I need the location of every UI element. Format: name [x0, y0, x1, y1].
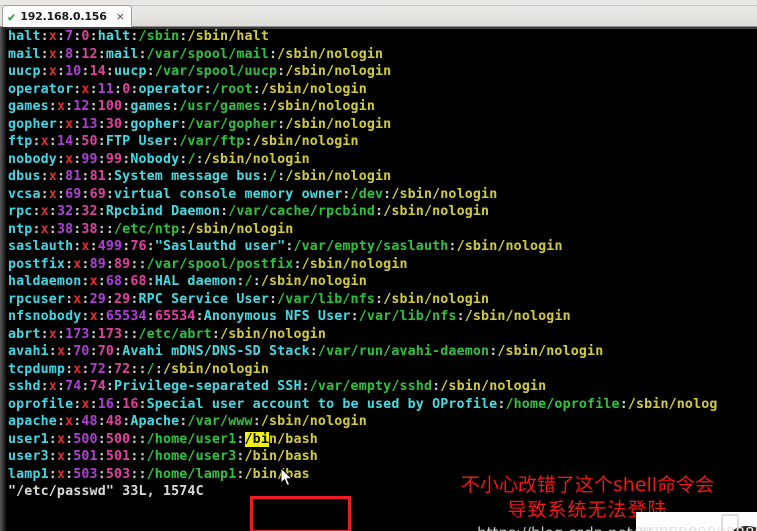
- passwd-line: gopher:x:13:30:gopher:/var/gopher:/sbin/…: [8, 116, 392, 132]
- passwd-line: apache:x:48:48:Apache:/var/www:/sbin/nol…: [8, 414, 367, 429]
- error-highlight-box: [250, 496, 351, 531]
- passwd-line: sshd:x:74:74:Privilege-separated SSH:/va…: [8, 379, 547, 394]
- passwd-line: user3:x:501:501::/home/user3:/bin/bash: [8, 449, 318, 464]
- passwd-line: vcsa:x:69:69:virtual console memory owne…: [8, 186, 498, 202]
- terminal-window[interactable]: halt:x:7:0:halt:/sbin:/sbin/halt mail:x:8…: [0, 27, 757, 531]
- passwd-line: abrt:x:173:173::/etc/abrt:/sbin/nologin: [8, 326, 327, 342]
- passwd-line: nfsnobody:x:65534:65534:Anonymous NFS Us…: [8, 309, 571, 324]
- passwd-line: user1:x:500:500::/home/user1:/bin/bash: [8, 431, 318, 447]
- passwd-line: dbus:x:81:81:System message bus:/:/sbin/…: [8, 169, 392, 184]
- passwd-line: ftp:x:14:50:FTP User:/var/ftp:/sbin/nolo…: [8, 134, 359, 149]
- passwd-line: tcpdump:x:72:72::/:/sbin/nologin: [8, 361, 269, 377]
- terminal-scrollbar[interactable]: [0, 27, 6, 531]
- tab-192-168-0-156[interactable]: ✔ 192.168.0.156 ×: [2, 5, 132, 27]
- passwd-line: halt:x:7:0:halt:/sbin:/sbin/halt: [8, 29, 269, 44]
- passwd-line: avahi:x:70:70:Avahi mDNS/DNS-SD Stack:/v…: [8, 344, 604, 359]
- passwd-line: ntp:x:38:38::/etc/ntp:/sbin/nologin: [8, 221, 294, 237]
- passwd-line: haldaemon:x:68:68:HAL daemon:/:/sbin/nol…: [8, 274, 367, 289]
- check-icon: ✔: [8, 9, 16, 24]
- passwd-line: operator:x:11:0:operator:/root:/sbin/nol…: [8, 81, 367, 97]
- annotation-line-1: 不小心改错了这个shell命令会: [460, 474, 715, 496]
- passwd-line: oprofile:x:16:16:Special user account to…: [8, 396, 718, 412]
- passwd-line: saslauth:x:499:76:"Saslauthd user":/var/…: [8, 239, 563, 254]
- passwd-line: postfix:x:89:89::/var/spool/postfix:/sbi…: [8, 256, 408, 272]
- passwd-line: rpc:x:32:32:Rpcbind Daemon:/var/cache/rp…: [8, 204, 490, 219]
- watermark-tail: 8888888888888: [640, 524, 757, 531]
- browser-tab-bar: ✔ 192.168.0.156 ×: [0, 0, 757, 27]
- tab-label: 192.168.0.156: [20, 10, 107, 23]
- passwd-line: nobody:x:99:99:Nobody:/:/sbin/nologin: [8, 151, 310, 167]
- passwd-line: mail:x:8:12:mail:/var/spool/mail:/sbin/n…: [8, 46, 384, 62]
- passwd-line: rpcuser:x:29:29:RPC Service User:/var/li…: [8, 291, 490, 307]
- passwd-line: games:x:12:100:games:/usr/games:/sbin/no…: [8, 99, 376, 114]
- passwd-line: uucp:x:10:14:uucp:/var/spool/uucp:/sbin/…: [8, 64, 392, 79]
- close-icon[interactable]: ×: [116, 10, 125, 23]
- passwd-file-content: halt:x:7:0:halt:/sbin:/sbin/halt mail:x:8…: [8, 28, 757, 501]
